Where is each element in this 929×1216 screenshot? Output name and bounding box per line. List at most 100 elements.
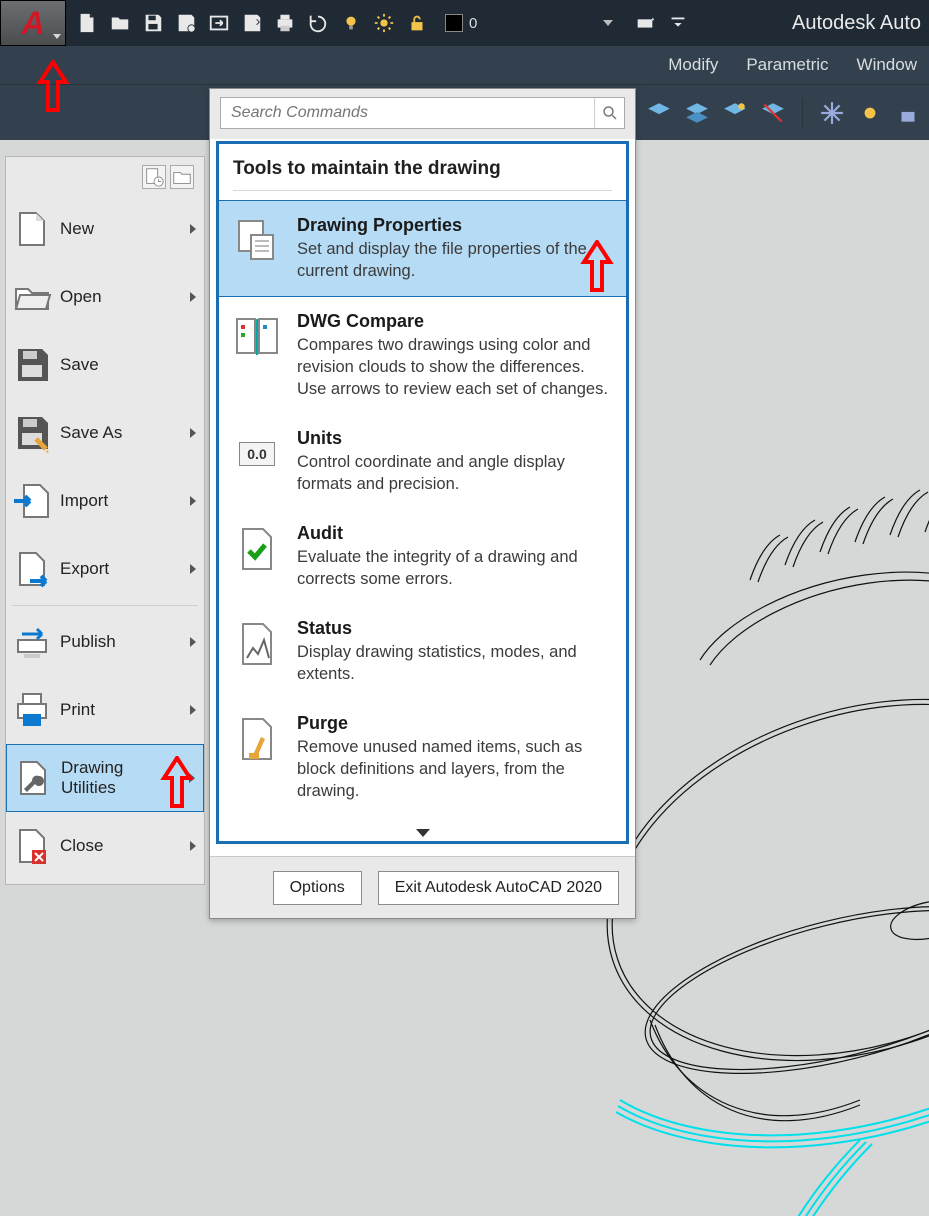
save-as-icon [10, 411, 54, 455]
app-logo-button[interactable]: A [0, 0, 66, 46]
search-input[interactable] [221, 104, 594, 122]
menu-close[interactable]: Close [6, 812, 204, 880]
menu-save-as[interactable]: Save As [6, 399, 204, 467]
menu-save-as-label: Save As [54, 423, 196, 443]
item-drawing-properties[interactable]: Drawing Properties Set and display the f… [219, 200, 626, 297]
chevron-right-icon [190, 292, 196, 302]
panel-heading: Tools to maintain the drawing [219, 144, 626, 190]
menu-print-label: Print [54, 700, 196, 720]
item-desc: Control coordinate and angle display for… [297, 451, 614, 495]
annotation-arrow-1 [36, 60, 70, 116]
annotation-arrow-2 [580, 240, 614, 296]
chevron-down-icon [603, 20, 613, 26]
import-icon [10, 479, 54, 523]
item-desc: Compares two drawings using color and re… [297, 334, 614, 400]
open-icon[interactable] [109, 12, 131, 34]
layer-off-icon[interactable] [760, 100, 786, 126]
menu-close-label: Close [54, 836, 196, 856]
layer-combo[interactable]: 0 [445, 14, 613, 32]
menu-window[interactable]: Window [857, 55, 917, 75]
item-desc: Evaluate the integrity of a drawing and … [297, 546, 614, 590]
menu-open-label: Open [54, 287, 196, 307]
qat-customize-icon[interactable] [667, 12, 689, 34]
plot-icon[interactable] [274, 12, 296, 34]
chevron-right-icon [190, 637, 196, 647]
item-title: Status [297, 618, 614, 639]
item-dwg-compare[interactable]: DWG Compare Compares two drawings using … [219, 297, 626, 414]
search-commands[interactable] [220, 97, 625, 129]
menu-print[interactable]: Print [6, 676, 204, 744]
open-folder-icon [10, 275, 54, 319]
undo-icon[interactable] [307, 12, 329, 34]
save-icon[interactable] [142, 12, 164, 34]
menu-parametric[interactable]: Parametric [746, 55, 828, 75]
chevron-right-icon [190, 841, 196, 851]
menu-export[interactable]: Export [6, 535, 204, 603]
chevron-right-icon [190, 564, 196, 574]
chevron-down-icon [53, 34, 61, 39]
lock-open-icon[interactable] [406, 12, 428, 34]
save-as-icon[interactable] [175, 12, 197, 34]
menu-import[interactable]: Import [6, 467, 204, 535]
item-status[interactable]: Status Display drawing statistics, modes… [219, 604, 626, 699]
item-desc: Set and display the file properties of t… [297, 238, 614, 282]
chevron-right-icon [190, 496, 196, 506]
quick-access-toolbar: 0 [66, 0, 689, 46]
autocad-a-icon: A [21, 5, 44, 42]
panel-footer: Options Exit Autodesk AutoCAD 2020 [210, 856, 635, 918]
purge-icon [231, 713, 283, 765]
compare-icon [231, 311, 283, 363]
drawing-utilities-panel: Tools to maintain the drawing Drawing Pr… [216, 141, 629, 844]
lock-icon[interactable] [895, 100, 921, 126]
sun-icon[interactable] [373, 12, 395, 34]
item-desc: Display drawing statistics, modes, and e… [297, 641, 614, 685]
menu-open[interactable]: Open [6, 263, 204, 331]
plot-dropdown-icon[interactable] [634, 12, 656, 34]
application-menu-panel: Tools to maintain the drawing Drawing Pr… [209, 88, 636, 919]
scroll-down-icon[interactable] [416, 829, 430, 837]
units-icon: 0.0 [231, 428, 283, 480]
search-wrap [210, 89, 635, 139]
save-web-icon[interactable] [241, 12, 263, 34]
bulb-off-icon[interactable] [340, 12, 362, 34]
new-icon[interactable] [76, 12, 98, 34]
thaw-icon[interactable] [857, 100, 883, 126]
annotation-arrow-3 [160, 756, 194, 812]
app-title-text: Autodesk Auto [792, 0, 921, 46]
recent-documents-icon[interactable] [142, 165, 166, 189]
title-bar: A 0 Autodesk Auto [0, 0, 929, 46]
options-button[interactable]: Options [273, 871, 362, 905]
layer-iso-icon[interactable] [722, 100, 748, 126]
item-title: Units [297, 428, 614, 449]
menu-modify[interactable]: Modify [668, 55, 718, 75]
menu-save[interactable]: Save [6, 331, 204, 399]
chevron-right-icon [190, 705, 196, 715]
open-documents-icon[interactable] [170, 165, 194, 189]
status-icon [231, 618, 283, 670]
item-title: Purge [297, 713, 614, 734]
layer-states-icon[interactable] [684, 100, 710, 126]
menu-new[interactable]: New [6, 195, 204, 263]
open-web-icon[interactable] [208, 12, 230, 34]
menu-import-label: Import [54, 491, 196, 511]
separator [233, 190, 612, 191]
menu-publish-label: Publish [54, 632, 196, 652]
layer-icon[interactable] [646, 100, 672, 126]
freeze-icon[interactable] [819, 100, 845, 126]
item-units[interactable]: 0.0 Units Control coordinate and angle d… [219, 414, 626, 509]
item-purge[interactable]: Purge Remove unused named items, such as… [219, 699, 626, 816]
save-icon [10, 343, 54, 387]
layer-value: 0 [463, 15, 597, 32]
item-audit[interactable]: Audit Evaluate the integrity of a drawin… [219, 509, 626, 604]
item-title: DWG Compare [297, 311, 614, 332]
item-desc: Remove unused named items, such as block… [297, 736, 614, 802]
export-icon [10, 547, 54, 591]
properties-icon [231, 215, 283, 267]
search-icon[interactable] [594, 98, 624, 128]
item-title: Drawing Properties [297, 215, 614, 236]
exit-button[interactable]: Exit Autodesk AutoCAD 2020 [378, 871, 619, 905]
menu-new-label: New [54, 219, 196, 239]
chevron-right-icon [190, 224, 196, 234]
chevron-right-icon [190, 428, 196, 438]
menu-publish[interactable]: Publish [6, 608, 204, 676]
